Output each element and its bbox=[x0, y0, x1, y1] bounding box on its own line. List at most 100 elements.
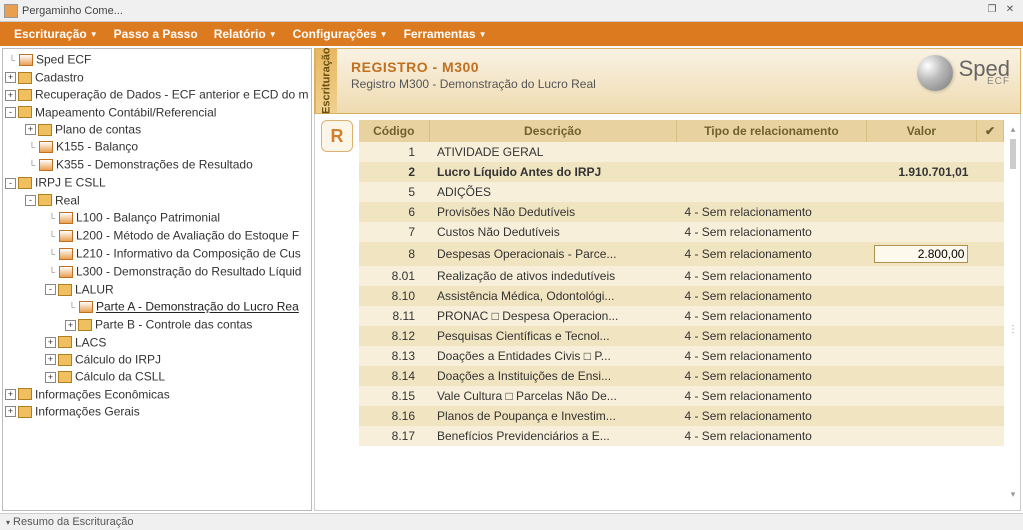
tree-node[interactable]: └L210 - Informativo da Composição de Cus bbox=[5, 245, 309, 263]
cell-valor[interactable] bbox=[866, 326, 976, 346]
cell-valor[interactable] bbox=[866, 426, 976, 446]
tree-toggle-icon[interactable]: + bbox=[45, 337, 56, 348]
tree-toggle-icon[interactable]: + bbox=[45, 372, 56, 383]
table-row[interactable]: 8.17Benefícios Previdenciários a E...4 -… bbox=[359, 426, 1004, 446]
restore-button[interactable]: ❐ bbox=[983, 4, 1001, 18]
navigation-tree[interactable]: └Sped ECF + Cadastro + Recuperação de Dados … bbox=[3, 49, 311, 510]
tree-node[interactable]: └L300 - Demonstração do Resultado Líquid bbox=[5, 263, 309, 281]
menu-relatorio[interactable]: Relatório ▼ bbox=[206, 27, 285, 41]
table-row[interactable]: 2Lucro Líquido Antes do IRPJ1.910.701,01 bbox=[359, 162, 1004, 182]
tree-label[interactable]: Sped ECF bbox=[36, 52, 91, 66]
tree-node[interactable]: └K155 - Balanço bbox=[5, 138, 309, 156]
cell-valor[interactable] bbox=[866, 406, 976, 426]
tree-label[interactable]: K355 - Demonstrações de Resultado bbox=[56, 158, 253, 172]
tree-label[interactable]: Cadastro bbox=[35, 70, 84, 84]
tree-label[interactable]: LACS bbox=[75, 335, 106, 349]
table-row[interactable]: 8.11PRONAC □ Despesa Operacion...4 - Sem… bbox=[359, 306, 1004, 326]
table-row[interactable]: 8.13Doações a Entidades Civis □ P...4 - … bbox=[359, 346, 1004, 366]
menu-config[interactable]: Configurações ▼ bbox=[285, 27, 396, 41]
tree-node[interactable]: └Sped ECF bbox=[5, 51, 309, 69]
tree-label[interactable]: Informações Gerais bbox=[35, 404, 140, 418]
tree-label[interactable]: L300 - Demonstração do Resultado Líquid bbox=[76, 264, 301, 278]
tree-label[interactable]: Mapeamento Contábil/Referencial bbox=[35, 105, 216, 119]
tree-label[interactable]: Cálculo do IRPJ bbox=[75, 352, 161, 366]
tree-node[interactable]: └K355 - Demonstrações de Resultado bbox=[5, 156, 309, 174]
tree-label[interactable]: L200 - Método de Avaliação do Estoque F bbox=[76, 228, 299, 242]
tree-node[interactable]: + Cálculo do IRPJ bbox=[5, 351, 309, 368]
table-row[interactable]: 8.10Assistência Médica, Odontológi...4 -… bbox=[359, 286, 1004, 306]
cell-valor[interactable] bbox=[866, 286, 976, 306]
cell-valor[interactable] bbox=[866, 142, 976, 162]
tree-toggle-icon[interactable]: + bbox=[5, 389, 16, 400]
table-row[interactable]: 8.16Planos de Poupança e Investim...4 - … bbox=[359, 406, 1004, 426]
col-header-tipo[interactable]: Tipo de relacionamento bbox=[676, 120, 866, 142]
tree-label[interactable]: K155 - Balanço bbox=[56, 140, 138, 154]
menu-escrituracao[interactable]: Escrituração ▼ bbox=[6, 27, 106, 41]
tree-node[interactable]: └Parte A - Demonstração do Lucro Rea bbox=[5, 298, 309, 316]
col-header-valor[interactable]: Valor bbox=[866, 120, 976, 142]
cell-valor[interactable] bbox=[866, 306, 976, 326]
tree-label[interactable]: Cálculo da CSLL bbox=[75, 370, 165, 384]
tree-node[interactable]: + Cadastro bbox=[5, 69, 309, 86]
close-button[interactable]: ✕ bbox=[1001, 4, 1019, 18]
table-row[interactable]: 1ATIVIDADE GERAL bbox=[359, 142, 1004, 162]
tree-toggle-icon[interactable]: + bbox=[45, 354, 56, 365]
col-header-codigo[interactable]: Código bbox=[359, 120, 429, 142]
tree-node[interactable]: + Recuperação de Dados - ECF anterior e E… bbox=[5, 86, 309, 103]
vertical-scrollbar[interactable]: ▴⋮▾ bbox=[1008, 124, 1018, 500]
tree-node[interactable]: + Informações Gerais bbox=[5, 403, 309, 420]
tree-label[interactable]: Informações Econômicas bbox=[35, 387, 170, 401]
footer-resumo[interactable]: ▾ Resumo da Escrituração bbox=[6, 516, 133, 528]
tree-toggle-icon[interactable]: + bbox=[5, 90, 16, 101]
tree-label[interactable]: L100 - Balanço Patrimonial bbox=[76, 210, 220, 224]
tree-node[interactable]: - Mapeamento Contábil/Referencial bbox=[5, 104, 309, 121]
cell-valor[interactable] bbox=[866, 366, 976, 386]
tree-label[interactable]: L210 - Informativo da Composição de Cus bbox=[76, 246, 301, 260]
r-filter-button[interactable]: R bbox=[321, 120, 353, 152]
menu-ferramentas[interactable]: Ferramentas ▼ bbox=[396, 27, 495, 41]
tree-label[interactable]: Real bbox=[55, 193, 80, 207]
tree-toggle-icon[interactable]: + bbox=[65, 320, 76, 331]
tree-node[interactable]: └L200 - Método de Avaliação do Estoque F bbox=[5, 227, 309, 245]
cell-valor[interactable] bbox=[866, 386, 976, 406]
tree-toggle-icon[interactable]: - bbox=[45, 284, 56, 295]
table-row[interactable]: 8.15Vale Cultura □ Parcelas Não De...4 -… bbox=[359, 386, 1004, 406]
tree-node[interactable]: + Plano de contas bbox=[5, 121, 309, 138]
tree-label[interactable]: Plano de contas bbox=[55, 122, 141, 136]
tree-node[interactable]: └L100 - Balanço Patrimonial bbox=[5, 209, 309, 227]
tree-label[interactable]: Recuperação de Dados - ECF anterior e EC… bbox=[35, 88, 308, 102]
vertical-tab-escrituracao[interactable]: Escrituração bbox=[315, 49, 337, 113]
tree-node[interactable]: - Real bbox=[5, 192, 309, 209]
tree-label[interactable]: IRPJ E CSLL bbox=[35, 176, 106, 190]
tree-toggle-icon[interactable]: + bbox=[5, 406, 16, 417]
table-row[interactable]: 7Custos Não Dedutíveis4 - Sem relacionam… bbox=[359, 222, 1004, 242]
cell-valor[interactable] bbox=[866, 242, 976, 266]
tree-toggle-icon[interactable]: - bbox=[5, 107, 16, 118]
tree-toggle-icon[interactable]: - bbox=[25, 195, 36, 206]
table-row[interactable]: 8.14Doações a Instituições de Ensi...4 -… bbox=[359, 366, 1004, 386]
register-grid[interactable]: Código Descrição Tipo de relacionamento … bbox=[359, 120, 1004, 446]
tree-toggle-icon[interactable]: - bbox=[5, 178, 16, 189]
tree-node[interactable]: + LACS bbox=[5, 334, 309, 351]
tree-node[interactable]: - LALUR bbox=[5, 281, 309, 298]
tree-node[interactable]: + Informações Econômicas bbox=[5, 386, 309, 403]
table-row[interactable]: 8.01Realização de ativos indedutíveis4 -… bbox=[359, 266, 1004, 286]
cell-valor[interactable] bbox=[866, 182, 976, 202]
tree-toggle-icon[interactable]: + bbox=[25, 124, 36, 135]
table-row[interactable]: 5ADIÇÕES bbox=[359, 182, 1004, 202]
valor-input[interactable] bbox=[874, 245, 968, 263]
menu-passo[interactable]: Passo a Passo bbox=[106, 27, 206, 41]
cell-valor[interactable] bbox=[866, 266, 976, 286]
tree-toggle-icon[interactable]: + bbox=[5, 72, 16, 83]
table-row[interactable]: 6Provisões Não Dedutíveis4 - Sem relacio… bbox=[359, 202, 1004, 222]
col-header-descricao[interactable]: Descrição bbox=[429, 120, 676, 142]
tree-label[interactable]: Parte B - Controle das contas bbox=[95, 318, 252, 332]
cell-valor[interactable] bbox=[866, 222, 976, 242]
tree-node[interactable]: - IRPJ E CSLL bbox=[5, 174, 309, 191]
cell-valor[interactable] bbox=[866, 346, 976, 366]
cell-valor[interactable] bbox=[866, 202, 976, 222]
table-row[interactable]: 8.12Pesquisas Científicas e Tecnol...4 -… bbox=[359, 326, 1004, 346]
col-header-check[interactable]: ✔ bbox=[976, 120, 1003, 142]
tree-label[interactable]: LALUR bbox=[75, 282, 114, 296]
tree-node[interactable]: + Parte B - Controle das contas bbox=[5, 316, 309, 333]
